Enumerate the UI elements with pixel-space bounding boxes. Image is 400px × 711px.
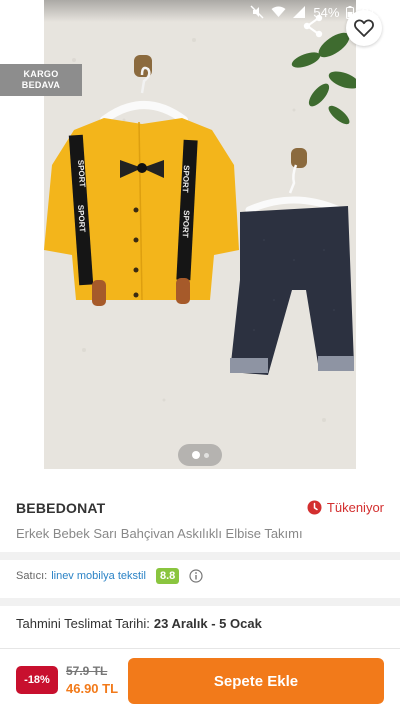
wifi-icon — [271, 6, 286, 18]
bottom-purchase-bar: -18% 57.9 TL 46.90 TL Sepete Ekle — [0, 648, 400, 711]
stock-status: Tükeniyor — [307, 500, 384, 515]
free-shipping-badge: KARGO BEDAVA — [0, 64, 82, 96]
svg-text:SPORT: SPORT — [181, 210, 191, 238]
free-shipping-line-1: KARGO — [23, 69, 59, 79]
price-block: 57.9 TL 46.90 TL — [66, 663, 118, 697]
pager-dot-active[interactable] — [191, 451, 200, 459]
clock: 21:00 — [361, 4, 394, 20]
battery-percentage: 54% — [313, 4, 340, 20]
svg-text:SPORT: SPORT — [181, 165, 191, 193]
delivery-date: 23 Aralık - 5 Ocak — [153, 615, 262, 631]
app-notification-icon — [6, 5, 19, 19]
seller-label: Satıcı: — [16, 570, 48, 582]
pager-dot[interactable] — [203, 452, 209, 458]
svg-text:SPORT: SPORT — [76, 205, 87, 233]
gallery-pager[interactable] — [178, 444, 222, 466]
section-divider — [0, 552, 400, 560]
clock-icon — [307, 500, 322, 515]
battery-icon — [346, 5, 355, 19]
svg-text:SPORT: SPORT — [76, 160, 87, 188]
product-info: BEBEDONAT Tükeniyor Erkek Bebek Sarı Bah… — [0, 490, 400, 552]
delivery-row: Tahmini Teslimat Tarihi: 23 Aralık - 5 O… — [0, 608, 400, 638]
product-image-gallery[interactable]: SPORT SPORT SPORT SPORT KARGO BEDAVA — [0, 0, 400, 485]
stock-status-label: Tükeniyor — [326, 500, 384, 515]
seller-row: Satıcı: linev mobilya tekstil 8.8 — [0, 560, 400, 592]
status-bar: 54% 21:00 — [0, 0, 400, 24]
free-shipping-line-2: BEDAVA — [21, 80, 61, 90]
product-photo-illustration: SPORT SPORT SPORT SPORT — [44, 0, 356, 469]
current-price: 46.90 TL — [66, 681, 119, 696]
seller-score-badge: 8.8 — [155, 568, 180, 584]
section-divider — [0, 598, 400, 606]
product-photo[interactable]: SPORT SPORT SPORT SPORT — [44, 0, 356, 469]
discount-badge: -18% — [16, 666, 58, 694]
seller-name-link[interactable]: linev mobilya tekstil — [51, 570, 146, 582]
brand-name[interactable]: BEBEDONAT — [16, 500, 105, 516]
delivery-label: Tahmini Teslimat Tarihi: — [16, 615, 150, 631]
product-name: Erkek Bebek Sarı Bahçivan Askılıklı Elbi… — [16, 526, 303, 541]
mute-icon — [250, 5, 264, 19]
gallery-notification-icon — [25, 7, 38, 18]
signal-icon — [293, 6, 306, 18]
info-icon[interactable] — [189, 569, 203, 583]
old-price: 57.9 TL — [66, 664, 108, 678]
add-to-cart-button[interactable]: Sepete Ekle — [128, 658, 384, 704]
